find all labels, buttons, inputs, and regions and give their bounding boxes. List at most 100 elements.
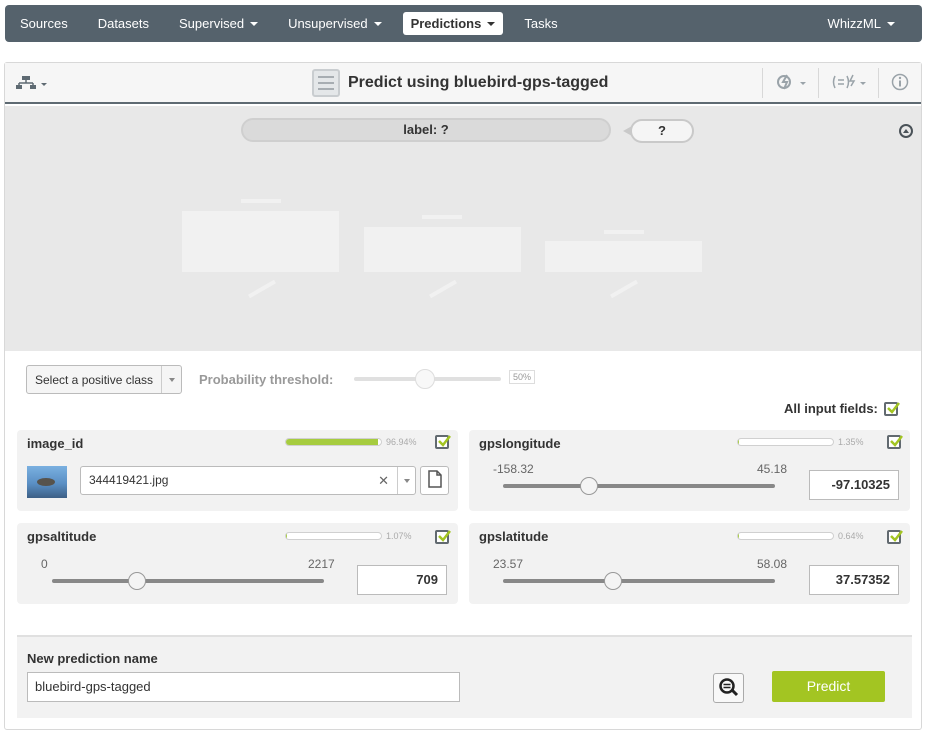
importance-bar (737, 532, 834, 540)
range-max: 58.08 (757, 557, 788, 571)
prediction-answer: ? (623, 119, 694, 143)
prediction-label: label: ? (241, 118, 611, 142)
value-input[interactable]: 37.57352 (809, 565, 899, 595)
placeholder-diag (610, 279, 638, 299)
placeholder-line (422, 215, 462, 219)
image-file-value: 344419421.jpg (89, 473, 169, 487)
check-icon (438, 530, 451, 542)
nav-unsupervised[interactable]: Unsupervised (273, 5, 397, 42)
placeholder-box (182, 211, 339, 272)
range-min: 23.57 (493, 557, 524, 571)
value-slider-thumb[interactable] (128, 572, 146, 590)
value-slider-track[interactable] (52, 579, 324, 583)
info-icon (891, 73, 909, 94)
upload-file-button[interactable] (420, 466, 449, 495)
nav-user-label: WhizzML (827, 16, 881, 31)
tree-icon (15, 75, 37, 93)
nav-sources[interactable]: Sources (5, 5, 83, 42)
batch-predict-button[interactable] (762, 68, 818, 98)
model-tree-menu[interactable] (15, 73, 51, 95)
predict-button[interactable]: Predict (772, 671, 885, 702)
importance-fill (738, 439, 740, 445)
prediction-form-icon (312, 69, 340, 97)
importance-pct: 1.07% (386, 531, 412, 541)
range-max: 45.18 (757, 462, 788, 476)
nav-predictions[interactable]: Predictions (402, 12, 504, 35)
positive-class-select[interactable]: Select a positive class (26, 365, 182, 394)
toolbar: Predict using bluebird-gps-tagged (5, 63, 921, 104)
chevron-down-icon (887, 21, 895, 26)
importance-bar (737, 438, 834, 446)
toolbar-actions (762, 68, 921, 98)
chevron-down-icon (250, 21, 259, 26)
image-file-select[interactable]: 344419421.jpg ✕ (80, 466, 416, 495)
check-icon (887, 402, 900, 414)
value-slider-track[interactable] (503, 579, 775, 583)
importance-pct: 1.35% (838, 437, 864, 447)
all-fields-checkbox[interactable] (884, 402, 900, 416)
check-icon (890, 435, 903, 447)
clear-icon[interactable]: ✕ (378, 467, 389, 494)
value-input[interactable]: -97.10325 (809, 470, 899, 500)
nav-sources-label: Sources (20, 16, 68, 31)
prediction-name-input[interactable]: bluebird-gps-tagged (27, 672, 460, 702)
nav-tasks[interactable]: Tasks (509, 5, 572, 42)
formula-menu-button[interactable] (818, 68, 878, 98)
value-slider-thumb[interactable] (580, 477, 598, 495)
nav-predictions-label: Predictions (410, 16, 482, 31)
placeholder-line (241, 199, 281, 203)
field-checkbox[interactable] (887, 435, 903, 449)
chevron-down-icon (373, 21, 382, 26)
chevron-down-icon (161, 366, 181, 393)
field-name: gpsaltitude (27, 529, 97, 544)
nav-user-menu[interactable]: WhizzML (813, 5, 910, 42)
placeholder-box (545, 241, 702, 272)
chevron-down-icon (860, 81, 866, 85)
field-card-gpsaltitude: gpsaltitude 1.07% 0 2217 709 (17, 523, 458, 604)
prediction-name-label: New prediction name (27, 651, 158, 666)
field-name: gpslatitude (479, 529, 549, 544)
field-name: gpslongitude (479, 436, 561, 451)
importance-fill (286, 439, 379, 445)
formula-lightning-icon (831, 74, 857, 93)
field-name: image_id (27, 436, 84, 451)
chevron-down-icon[interactable] (397, 467, 415, 494)
threshold-label: Probability threshold: (199, 372, 334, 387)
placeholder-diag (248, 279, 276, 299)
top-nav: Sources Datasets Supervised Unsupervised… (5, 5, 922, 42)
chevron-down-icon (800, 81, 806, 85)
predict-panel: Predict using bluebird-gps-tagged label:… (4, 62, 922, 730)
value-slider-track[interactable] (503, 484, 775, 488)
field-checkbox[interactable] (435, 435, 451, 449)
range-max: 2217 (308, 557, 335, 571)
value-input[interactable]: 709 (357, 565, 447, 595)
check-icon (438, 435, 451, 447)
importance-pct: 96.94% (386, 437, 417, 447)
field-checkbox[interactable] (435, 530, 451, 544)
value-slider-thumb[interactable] (604, 572, 622, 590)
nav-unsupervised-label: Unsupervised (288, 16, 368, 31)
page-title: Predict using bluebird-gps-tagged (348, 74, 609, 91)
threshold-value: 50% (509, 370, 536, 384)
page-title-wrap: Predict using bluebird-gps-tagged (312, 68, 608, 98)
nav-supervised[interactable]: Supervised (164, 5, 273, 42)
placeholder-line (604, 230, 644, 234)
field-card-gpslatitude: gpslatitude 0.64% 23.57 58.08 37.57352 (469, 523, 910, 604)
field-card-image-id: image_id 96.94% 344419421.jpg ✕ (17, 430, 458, 511)
info-button[interactable] (878, 68, 921, 98)
nav-tasks-label: Tasks (524, 16, 558, 31)
chevron-down-icon (41, 82, 47, 86)
threshold-slider-thumb[interactable] (415, 369, 435, 389)
prediction-result-area: label: ? ? (5, 106, 921, 351)
preview-button[interactable] (713, 673, 744, 703)
range-min: 0 (41, 557, 48, 571)
lightning-cycle-icon (775, 74, 797, 93)
positive-class-placeholder: Select a positive class (35, 372, 154, 387)
importance-bar (285, 532, 382, 540)
new-prediction-section: New prediction name bluebird-gps-tagged … (17, 635, 912, 718)
nav-datasets[interactable]: Datasets (83, 5, 164, 42)
placeholder-diag (429, 279, 457, 299)
nav-datasets-label: Datasets (97, 16, 150, 31)
field-checkbox[interactable] (887, 530, 903, 544)
collapse-icon[interactable] (899, 124, 913, 138)
